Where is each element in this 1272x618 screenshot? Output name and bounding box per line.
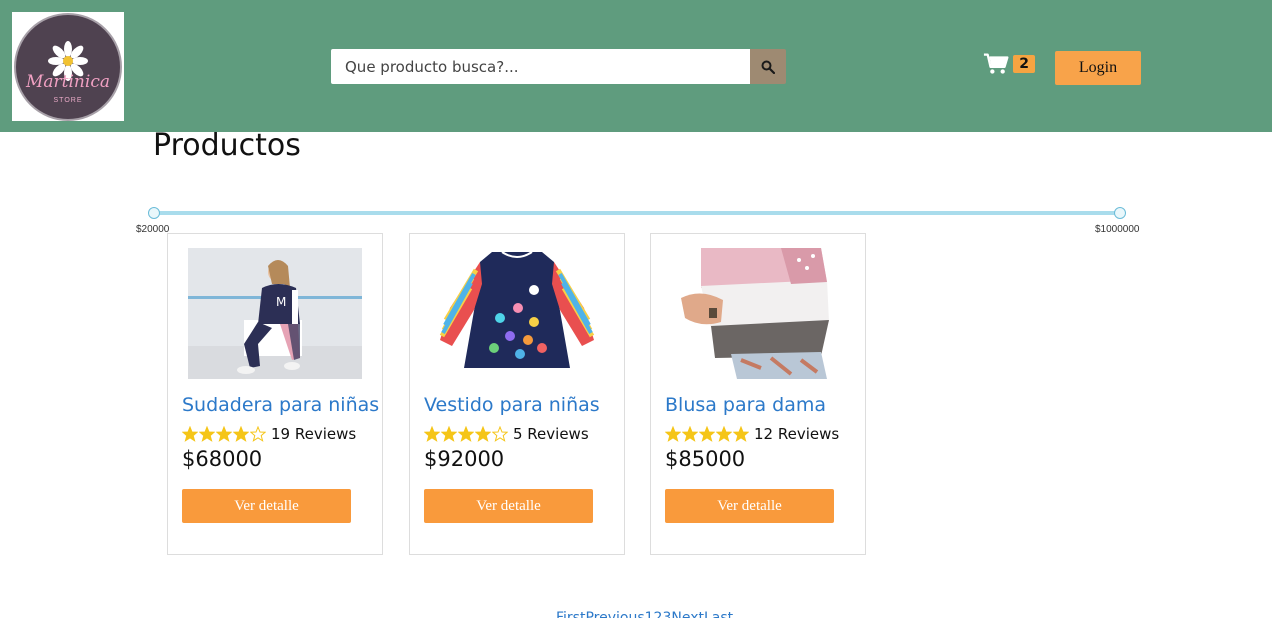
star-filled-icon: [216, 426, 232, 442]
star-filled-icon: [716, 426, 732, 442]
view-detail-button[interactable]: Ver detalle: [665, 489, 834, 523]
search-button[interactable]: [750, 49, 786, 84]
logo-text: Martinica: [26, 71, 110, 92]
star-rating: [665, 426, 750, 442]
slider-max-handle[interactable]: [1114, 207, 1126, 219]
review-count: 5 Reviews: [513, 425, 589, 443]
pagination[interactable]: FirstPrevious123NextLast: [556, 610, 733, 618]
star-filled-icon: [475, 426, 491, 442]
star-filled-icon: [665, 426, 681, 442]
star-filled-icon: [733, 426, 749, 442]
star-filled-icon: [182, 426, 198, 442]
product-card: M Sudadera para niñas 19 Reviews $68000 …: [167, 233, 383, 555]
store-logo[interactable]: Martinica STORE: [12, 12, 124, 121]
price-min-label: $20000: [136, 224, 170, 235]
svg-text:M: M: [276, 295, 286, 309]
product-name-link[interactable]: Blusa para dama: [665, 394, 826, 416]
star-filled-icon: [682, 426, 698, 442]
star-rating: [424, 426, 509, 442]
product-name-link[interactable]: Vestido para niñas: [424, 394, 600, 416]
view-detail-button[interactable]: Ver detalle: [182, 489, 351, 523]
review-count: 19 Reviews: [271, 425, 357, 443]
star-filled-icon: [199, 426, 215, 442]
search-bar: [331, 49, 786, 84]
product-rating: 19 Reviews: [182, 425, 356, 443]
product-image[interactable]: M: [188, 248, 362, 379]
slider-min-handle[interactable]: [148, 207, 160, 219]
price-max-label: $1000000: [1095, 224, 1140, 235]
page-title: Productos: [153, 128, 301, 163]
search-icon: [761, 60, 775, 74]
logo-subtext: STORE: [53, 96, 83, 104]
star-filled-icon: [233, 426, 249, 442]
product-price: $85000: [665, 447, 746, 471]
product-card: Blusa para dama 12 Reviews $85000 Ver de…: [650, 233, 866, 555]
logo-badge: Martinica STORE: [14, 12, 122, 121]
star-filled-icon: [441, 426, 457, 442]
slider-track: [154, 211, 1120, 215]
star-empty-icon: [250, 426, 266, 442]
star-filled-icon: [424, 426, 440, 442]
product-name-link[interactable]: Sudadera para niñas: [182, 394, 379, 416]
product-image[interactable]: [671, 248, 845, 379]
review-count: 12 Reviews: [754, 425, 840, 443]
product-rating: 12 Reviews: [665, 425, 839, 443]
product-price: $92000: [424, 447, 505, 471]
product-image[interactable]: [430, 248, 604, 379]
cart-button[interactable]: 2: [983, 50, 1035, 78]
price-range-slider[interactable]: [148, 206, 1126, 220]
star-empty-icon: [492, 426, 508, 442]
view-detail-button[interactable]: Ver detalle: [424, 489, 593, 523]
product-card: Vestido para niñas 5 Reviews $92000 Ver …: [409, 233, 625, 555]
shopping-cart-icon: [983, 53, 1009, 74]
cart-count-badge: 2: [1013, 55, 1035, 73]
product-price: $68000: [182, 447, 263, 471]
star-rating: [182, 426, 267, 442]
site-header: Martinica STORE 2 Login: [0, 0, 1272, 132]
star-filled-icon: [458, 426, 474, 442]
login-button[interactable]: Login: [1055, 51, 1141, 85]
product-rating: 5 Reviews: [424, 425, 589, 443]
search-input[interactable]: [331, 49, 750, 84]
star-filled-icon: [699, 426, 715, 442]
